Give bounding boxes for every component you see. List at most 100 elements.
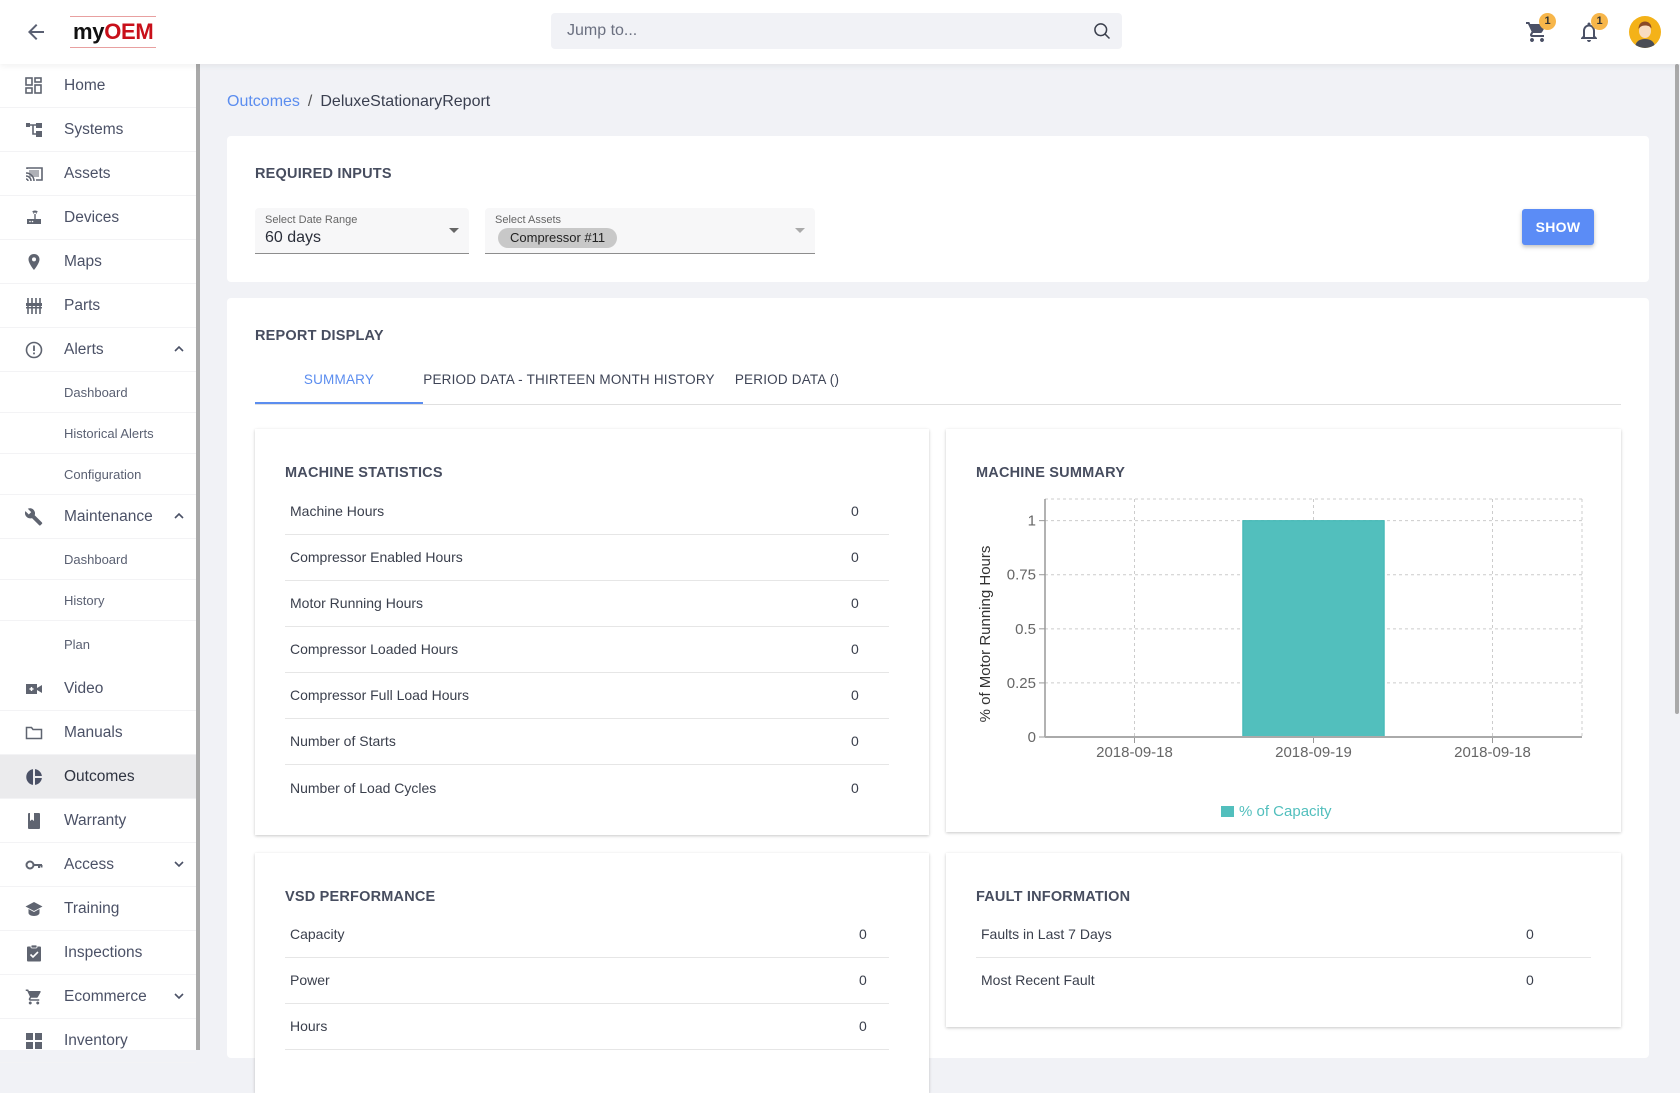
- sidebar-item-maintenance[interactable]: Maintenance: [0, 495, 196, 539]
- sidebar-subitem-label: Configuration: [64, 466, 142, 482]
- chevron-up-icon[interactable]: [172, 509, 186, 523]
- stat-value: 0: [851, 549, 859, 565]
- caret-down-icon: [795, 228, 805, 233]
- notifications-button[interactable]: 1: [1577, 13, 1608, 44]
- y-tick-label: 0: [1028, 729, 1036, 746]
- sidebar-item-assets[interactable]: Assets: [0, 152, 196, 196]
- sidebar-item-label: Parts: [64, 296, 101, 314]
- assets-select[interactable]: Select Assets Compressor #11: [485, 208, 815, 254]
- bar: [1242, 520, 1385, 738]
- sidebar-subitem-historical-alerts[interactable]: Historical Alerts: [0, 413, 196, 454]
- logo[interactable]: myOEM: [70, 16, 157, 48]
- vsd-performance-panel: VSD PERFORMANCE Capacity 0 Power 0 Hours 0: [255, 853, 929, 1093]
- breadcrumb-current: DeluxeStationaryReport: [320, 93, 491, 110]
- sidebar-item-label: Alerts: [64, 340, 104, 358]
- stat-row: Number of Load Cycles 0: [285, 766, 889, 812]
- page-scrollbar-thumb[interactable]: [1675, 64, 1679, 714]
- sidebar-item-label: Access: [64, 855, 114, 873]
- legend-label[interactable]: % of Capacity: [1239, 803, 1332, 820]
- pie-chart-icon: [26, 769, 42, 785]
- wrench-icon: [25, 508, 43, 526]
- sidebar-item-video[interactable]: Video: [0, 667, 196, 711]
- sidebar-item-alerts[interactable]: Alerts: [0, 328, 196, 372]
- stat-row: Power 0: [285, 958, 889, 1004]
- stat-label: Compressor Full Load Hours: [290, 687, 469, 703]
- sidebar-item-parts[interactable]: Parts: [0, 284, 196, 328]
- stat-label: Number of Load Cycles: [290, 780, 437, 796]
- stat-value: 0: [859, 972, 867, 988]
- sidebar-subitem-alerts-dashboard[interactable]: Dashboard: [0, 372, 196, 413]
- router-icon: [27, 210, 41, 224]
- stat-value: 0: [851, 503, 859, 519]
- sidebar-subitem-history[interactable]: History: [0, 580, 196, 621]
- fault-information-title: FAULT INFORMATION: [976, 889, 1131, 905]
- sidebar-item-devices[interactable]: Devices: [0, 196, 196, 240]
- sidebar-item-manuals[interactable]: Manuals: [0, 711, 196, 755]
- jump-to-search: [551, 13, 1122, 49]
- search-input[interactable]: [551, 13, 1122, 49]
- cart-button[interactable]: 1: [1525, 13, 1556, 44]
- sidebar-item-home[interactable]: Home: [0, 64, 196, 108]
- dashboard-grid-icon: [25, 77, 42, 94]
- stat-value: 0: [1526, 972, 1534, 988]
- tab-summary[interactable]: SUMMARY: [255, 360, 423, 404]
- machine-summary-title: MACHINE SUMMARY: [976, 465, 1126, 481]
- y-tick-label: 0.25: [1007, 675, 1036, 692]
- sidebar-scrollbar-thumb[interactable]: [196, 64, 200, 1050]
- alert-circle-icon: [25, 341, 43, 359]
- notifications-badge: 1: [1591, 13, 1608, 30]
- chevron-down-icon[interactable]: [172, 989, 186, 1003]
- sidebar-subitem-plan[interactable]: Plan: [0, 621, 196, 667]
- breadcrumb: Outcomes / DeluxeStationaryReport: [227, 93, 490, 111]
- user-avatar[interactable]: [1629, 16, 1661, 48]
- sidebar-item-label: Outcomes: [64, 767, 135, 785]
- sidebar-item-inventory[interactable]: Inventory: [0, 1019, 196, 1063]
- stat-value: 0: [859, 926, 867, 942]
- sidebar-scrollbar[interactable]: [196, 64, 200, 1050]
- sidebar-item-outcomes[interactable]: Outcomes: [0, 755, 196, 799]
- sidebar-subitem-label: Dashboard: [64, 551, 128, 567]
- stat-value: 0: [851, 641, 859, 657]
- chevron-down-icon[interactable]: [172, 857, 186, 871]
- sidebar-item-label: Ecommerce: [64, 987, 147, 1005]
- sidebar-item-access[interactable]: Access: [0, 843, 196, 887]
- sidebar-item-training[interactable]: Training: [0, 887, 196, 931]
- video-icon: [26, 684, 42, 694]
- sidebar-item-ecommerce[interactable]: Ecommerce: [0, 975, 196, 1019]
- asset-chip[interactable]: Compressor #11: [498, 228, 618, 248]
- tab-period-data-thirteen-month[interactable]: PERIOD DATA - THIRTEEN MONTH HISTORY: [423, 360, 715, 404]
- search-icon[interactable]: [1092, 21, 1112, 41]
- stat-value: 0: [851, 687, 859, 703]
- date-range-select[interactable]: Select Date Range 60 days: [255, 208, 469, 254]
- legend-swatch: [1221, 806, 1234, 817]
- breadcrumb-outcomes-link[interactable]: Outcomes: [227, 93, 300, 110]
- book-icon: [28, 813, 40, 829]
- tab-period-data[interactable]: PERIOD DATA (): [715, 360, 859, 404]
- chevron-up-icon[interactable]: [172, 342, 186, 356]
- hierarchy-icon: [26, 123, 42, 137]
- report-tabs: SUMMARY PERIOD DATA - THIRTEEN MONTH HIS…: [255, 360, 1621, 405]
- sidebar-item-label: Warranty: [64, 811, 127, 829]
- show-button[interactable]: SHOW: [1522, 209, 1594, 245]
- sidebar-subitem-maintenance-dashboard[interactable]: Dashboard: [0, 539, 196, 580]
- sidebar-subitem-configuration[interactable]: Configuration: [0, 454, 196, 495]
- stat-row: Compressor Enabled Hours 0: [285, 535, 889, 581]
- folder-icon: [25, 726, 43, 740]
- sidebar-subitem-label: Plan: [64, 636, 91, 652]
- sidebar-item-label: Home: [64, 76, 106, 94]
- y-tick-label: 0.5: [1015, 621, 1036, 638]
- sidebar-item-inspections[interactable]: Inspections: [0, 931, 196, 975]
- sidebar-item-label: Inspections: [64, 943, 143, 961]
- report-display-title: REPORT DISPLAY: [255, 328, 384, 344]
- stat-row: Compressor Full Load Hours 0: [285, 673, 889, 719]
- page-scrollbar[interactable]: [1674, 64, 1680, 1050]
- stat-row: Faults in Last 7 Days 0: [976, 912, 1591, 958]
- chart-bars: [1242, 520, 1385, 738]
- sidebar-item-maps[interactable]: Maps: [0, 240, 196, 284]
- sidebar-item-warranty[interactable]: Warranty: [0, 799, 196, 843]
- caret-down-icon: [449, 228, 459, 233]
- sliders-icon: [26, 298, 42, 314]
- back-arrow-icon[interactable]: [24, 20, 48, 44]
- stat-value: 0: [1526, 926, 1534, 942]
- sidebar-item-systems[interactable]: Systems: [0, 108, 196, 152]
